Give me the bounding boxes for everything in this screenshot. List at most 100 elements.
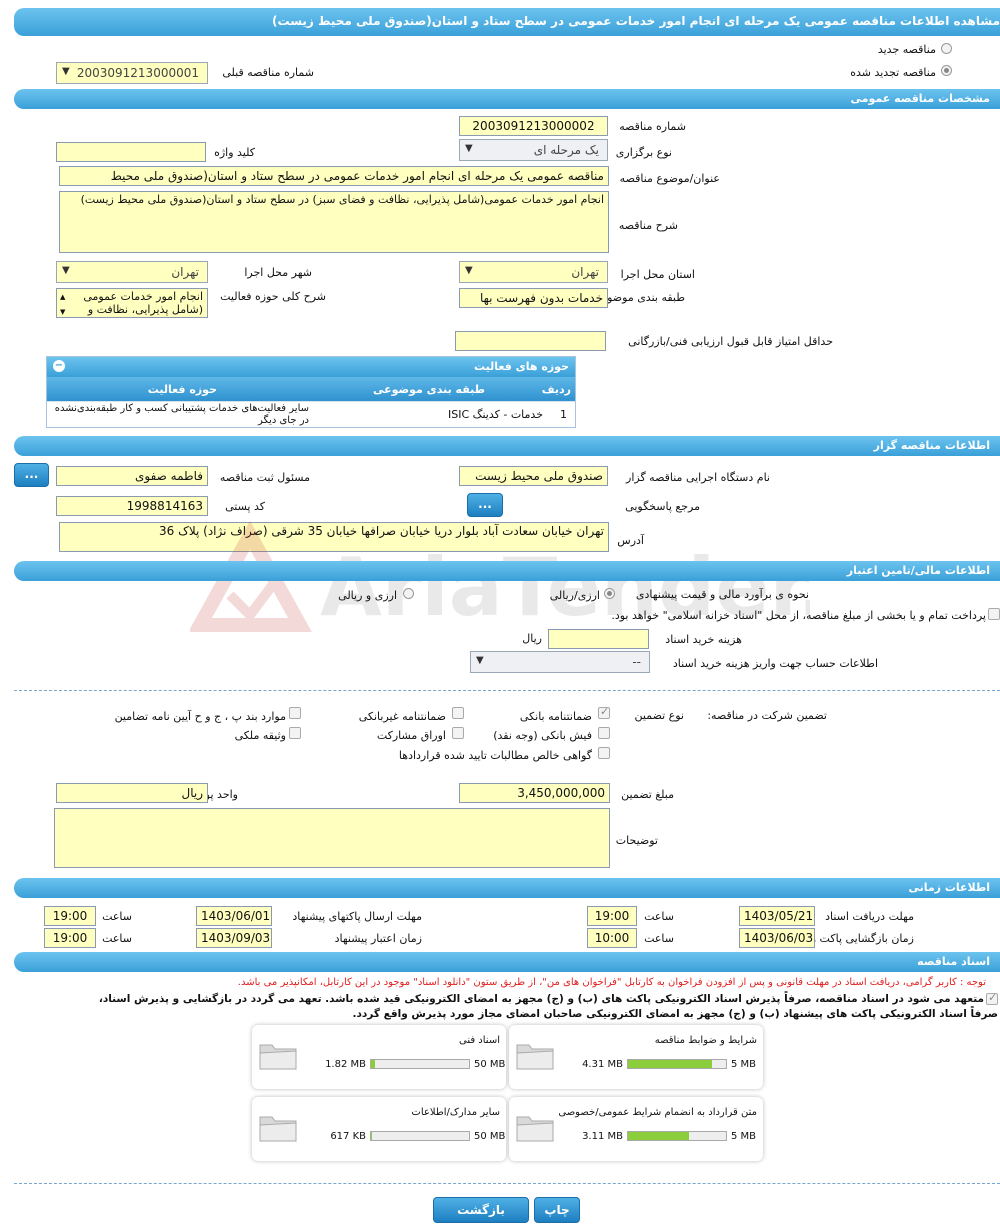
folder-icon xyxy=(259,1044,297,1070)
tender-title-label: عنوان/موضوع مناقصه xyxy=(619,172,720,185)
chevron-down-icon: ▼ xyxy=(465,265,473,276)
validity-time-label: ساعت xyxy=(102,932,132,945)
radio-currency-and-rial[interactable] xyxy=(403,588,414,599)
bonds-checkbox[interactable] xyxy=(452,727,464,739)
section-documents: اسناد مناقصه xyxy=(14,952,1000,972)
table-row: 1 خدمات - کدینگ ISIC سایر فعالیت‌های خدم… xyxy=(47,401,575,427)
account-label: اطلاعات حساب جهت واریز هزینه خرید اسناد xyxy=(672,657,878,670)
doc-card-technical[interactable]: اسناد فنی 1.82 MB 50 MB xyxy=(252,1025,506,1089)
account-select[interactable]: ▼ -- xyxy=(470,651,650,673)
holding-type-label: نوع برگزاری xyxy=(615,146,672,159)
scope-field[interactable]: انجام امور خدمات عمومی (شامل پذیرایی، نظ… xyxy=(56,288,208,318)
bank-check-label: فیش بانکی (وجه نقد) xyxy=(493,729,592,742)
keyword-field[interactable] xyxy=(56,142,206,162)
receive-label: مهلت دریافت اسناد xyxy=(825,910,914,923)
radio-new-tender[interactable] xyxy=(941,43,952,54)
commit-text-2: صرفاً اسناد الکترونیکی پاکت های پیشنهاد … xyxy=(352,1008,998,1020)
province-label: استان محل اجرا xyxy=(620,268,695,281)
guarantee-type-label: نوع تضمین xyxy=(634,709,684,722)
documents-notice: توجه : کاربر گرامی، دریافت اسناد در مهلت… xyxy=(237,977,986,988)
column-row-number: ردیف xyxy=(541,383,571,396)
tender-title-field[interactable]: مناقصه عمومی یک مرحله ای انجام امور خدما… xyxy=(59,166,609,186)
new-tender-label: مناقصه جدید xyxy=(877,43,936,56)
doc-progress-bar xyxy=(370,1131,470,1141)
validity-time-field[interactable]: 19:00 xyxy=(44,928,96,948)
folder-icon xyxy=(516,1116,554,1142)
open-time-field[interactable]: 10:00 xyxy=(587,928,637,948)
print-button[interactable]: چاپ xyxy=(534,1197,580,1223)
collapse-icon[interactable]: − xyxy=(53,360,65,372)
doc-card-contract[interactable]: متن قرارداد به انضمام شرایط عمومی/خصوصی … xyxy=(509,1097,763,1161)
open-label: زمان بازگشایی پاکت ها xyxy=(806,932,914,945)
open-time-label: ساعت xyxy=(644,932,674,945)
bank-guarantee-label: ضمانتنامه بانکی xyxy=(519,710,592,723)
send-label: مهلت ارسال پاکتهای پیشنهاد xyxy=(292,910,422,923)
receive-date-field[interactable]: 1403/05/21 xyxy=(739,906,815,926)
commit-checkbox[interactable] xyxy=(986,991,998,1005)
chevron-down-icon: ▼ xyxy=(62,66,70,77)
doc-card-other[interactable]: سایر مدارک/اطلاعات 617 KB 50 MB xyxy=(252,1097,506,1161)
non-bank-guarantee-label: ضمانتنامه غیربانکی xyxy=(358,710,446,723)
column-activity: حوزه فعالیت xyxy=(147,383,217,396)
receive-time-label: ساعت xyxy=(644,910,674,923)
min-score-field[interactable] xyxy=(455,331,606,351)
activity-table: حوزه های فعالیت − ردیف طبقه بندی موضوعی … xyxy=(46,356,576,428)
keyword-label: کلید واژه xyxy=(214,146,255,159)
send-date-field[interactable]: 1403/06/01 xyxy=(196,906,272,926)
postal-code-label: کد پستی xyxy=(225,500,265,513)
scroll-down-icon[interactable]: ▼ xyxy=(60,306,65,317)
postal-code-field[interactable]: 1998814163 xyxy=(56,496,208,516)
property-checkbox[interactable] xyxy=(289,727,301,739)
reference-more-button[interactable]: ... xyxy=(467,493,503,517)
prev-number-select[interactable]: ▼ 2003091213000001 xyxy=(56,62,208,84)
non-bank-guarantee-checkbox[interactable] xyxy=(452,707,464,719)
agency-field[interactable]: صندوق ملی محیط زیست xyxy=(459,466,608,486)
city-select[interactable]: ▼ تهران xyxy=(56,261,208,283)
doc-card-conditions[interactable]: شرایط و ضوابط مناقصه 4.31 MB 5 MB xyxy=(509,1025,763,1089)
back-button[interactable]: بازگشت xyxy=(433,1197,529,1223)
responsible-label: مسئول ثبت مناقصه xyxy=(219,471,310,484)
responsible-more-button[interactable]: ... xyxy=(14,463,49,487)
renewed-tender-label: مناقصه تجدید شده xyxy=(850,66,936,79)
bank-guarantee-checkbox[interactable] xyxy=(598,705,610,719)
notes-field[interactable] xyxy=(54,808,610,868)
cases-checkbox[interactable] xyxy=(289,707,301,719)
guarantee-amount-field[interactable]: 3,450,000,000 xyxy=(459,783,610,803)
bank-check-checkbox[interactable] xyxy=(598,727,610,739)
participation-guarantee-label: تضمین شرکت در مناقصه: xyxy=(707,709,827,722)
radio-renewed-tender[interactable] xyxy=(941,65,952,76)
tender-number-field[interactable]: 2003091213000002 xyxy=(459,116,608,136)
prev-number-label: شماره مناقصه قبلی xyxy=(222,66,314,79)
validity-date-field[interactable]: 1403/09/03 xyxy=(196,928,272,948)
open-date-field[interactable]: 1403/06/03 xyxy=(739,928,815,948)
doc-progress-fill xyxy=(371,1060,375,1068)
chevron-down-icon: ▼ xyxy=(476,655,484,666)
claims-checkbox[interactable] xyxy=(598,747,610,759)
doc-progress-fill xyxy=(628,1132,689,1140)
scroll-up-icon[interactable]: ▲ xyxy=(60,291,65,304)
holding-type-select[interactable]: ▼ یک مرحله ای xyxy=(459,139,608,161)
chevron-down-icon: ▼ xyxy=(62,265,70,276)
doc-progress-fill xyxy=(628,1060,713,1068)
activity-table-columns: ردیف طبقه بندی موضوعی حوزه فعالیت xyxy=(47,377,575,401)
treasury-checkbox[interactable] xyxy=(988,608,1000,620)
divider xyxy=(14,690,1000,691)
section-financial: اطلاعات مالی/تامین اعتبار xyxy=(14,561,1000,581)
doc-progress-bar xyxy=(627,1059,727,1069)
reference-label: مرجع پاسخگویی xyxy=(625,500,700,513)
category-field[interactable]: خدمات بدون فهرست بها xyxy=(459,288,608,308)
cases-label: موارد بند پ ، ج و ح آیین نامه تضامین xyxy=(114,710,286,723)
responsible-field[interactable]: فاطمه صفوی xyxy=(56,466,208,486)
doc-cost-field[interactable] xyxy=(548,629,649,649)
radio-currency-rial[interactable] xyxy=(604,588,615,599)
send-time-field[interactable]: 19:00 xyxy=(44,906,96,926)
city-label: شهر محل اجرا xyxy=(244,266,312,279)
folder-icon xyxy=(516,1044,554,1070)
currency-field[interactable]: ریال xyxy=(56,783,208,803)
description-field[interactable]: انجام امور خدمات عمومی(شامل پذیرایی، نظا… xyxy=(59,191,609,253)
receive-time-field[interactable]: 19:00 xyxy=(587,906,637,926)
province-select[interactable]: ▼ تهران xyxy=(459,261,608,283)
doc-progress-bar xyxy=(370,1059,470,1069)
currency-and-rial-label: ارزی و ریالی xyxy=(338,589,397,602)
chevron-down-icon: ▼ xyxy=(465,143,473,154)
